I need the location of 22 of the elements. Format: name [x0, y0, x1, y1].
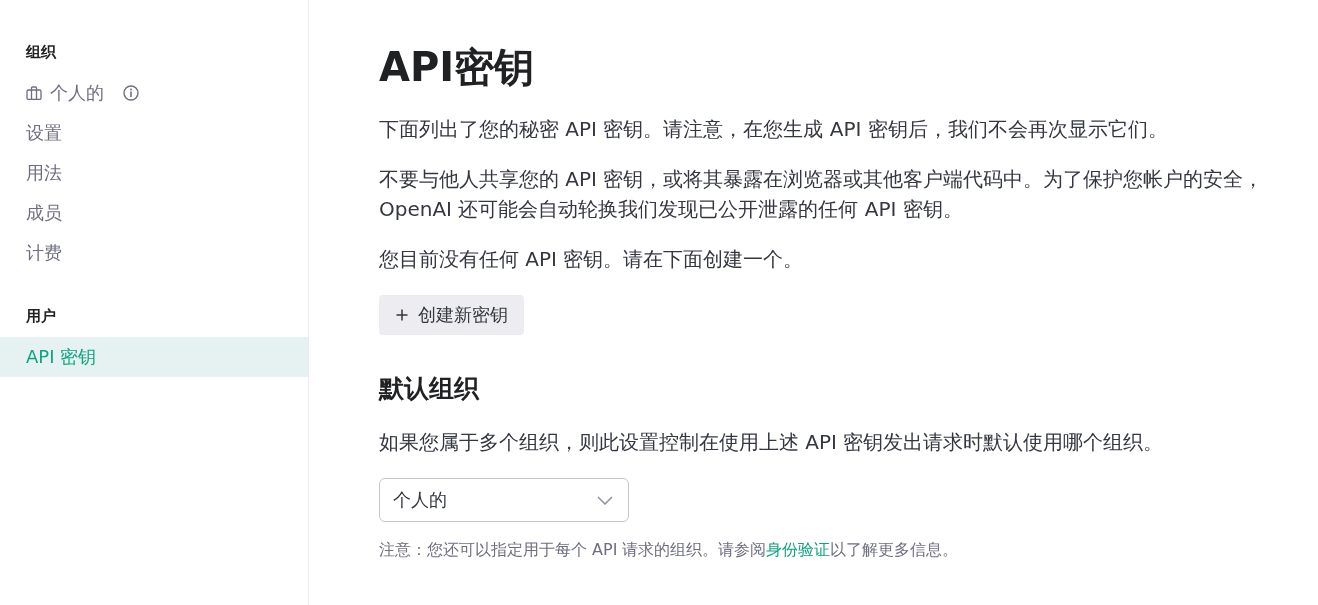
body-text: 下面列出了您的秘密 API 密钥。请注意，在您生成 API 密钥后，我们不会再次显示它们。: [379, 116, 1169, 143]
sidebar-item[interactable]: API 密钥: [0, 337, 308, 377]
plus-icon: [396, 309, 408, 321]
body-text: 不要与他人共享您的 API 密钥，或将其暴露在浏览器或其他客户端代码中。为了保护您帐户的安全，OpenAI 还可能会自动轮换我们发现已公开泄露的任何 API 密钥。: [379, 166, 1265, 223]
sidebar-item[interactable]: 计费: [0, 233, 308, 273]
briefcase-icon: [26, 86, 42, 100]
organization-select[interactable]: 个人的: [379, 478, 629, 522]
organization-item[interactable]: 个人的: [26, 73, 108, 113]
info-icon[interactable]: [123, 85, 139, 101]
sidebar-heading: 用户: [25, 306, 56, 327]
page-title: API密钥: [379, 43, 535, 91]
sidebar-item[interactable]: 设置: [0, 113, 308, 153]
create-key-button[interactable]: 创建新密钥: [379, 295, 524, 335]
link[interactable]: 身份验证: [766, 540, 831, 559]
section-heading: 默认组织: [379, 373, 479, 405]
note-text: 注意：您还可以指定用于每个 API 请求的组织。请参阅身份验证以了解更多信息。: [379, 539, 960, 561]
chevron-down-icon: [597, 495, 613, 505]
sidebar-item[interactable]: 用法: [0, 153, 308, 193]
sidebar-item[interactable]: 成员: [0, 193, 308, 233]
sidebar-heading: 组织: [25, 42, 56, 63]
body-text: 如果您属于多个组织，则此设置控制在使用上述 API 密钥发出请求时默认使用哪个组织。: [379, 429, 1165, 456]
body-text: 您目前没有任何 API 密钥。请在下面创建一个。: [379, 246, 805, 273]
